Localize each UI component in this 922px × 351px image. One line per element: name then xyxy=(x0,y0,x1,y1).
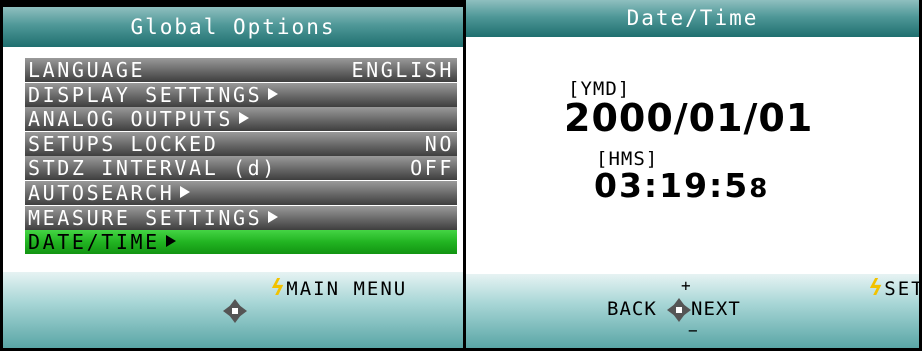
navigation-pad-icon[interactable] xyxy=(667,298,691,322)
menu-item-label: STDZ INTERVAL (d) xyxy=(28,156,277,181)
softkey-bar: + BACK NEXT − ϟSET xyxy=(466,274,919,348)
set-label: SET xyxy=(884,278,922,300)
time-digits: 03:19:5 xyxy=(594,166,750,205)
date-time-screen: Date/Time [YMD] 2000/01/01 [HMS] 03:19:5… xyxy=(466,0,922,351)
navigation-pad-icon[interactable] xyxy=(223,299,247,323)
submenu-arrow-icon xyxy=(268,87,279,100)
menu-item-label: MEASURE SETTINGS xyxy=(28,205,263,230)
menu-item-display-settings[interactable]: DISPLAY SETTINGS xyxy=(25,82,457,107)
main-menu-softkey[interactable]: ϟMAIN MENU xyxy=(271,276,407,301)
date-value[interactable]: 2000/01/01 xyxy=(564,96,813,140)
submenu-arrow-icon xyxy=(165,235,176,248)
global-options-screen: Global Options LANGUAGE ENGLISH DISPLAY SE… xyxy=(0,0,466,351)
menu-item-value: ENGLISH xyxy=(351,58,454,82)
menu-item-stdz-interval-d[interactable]: STDZ INTERVAL (d) OFF xyxy=(25,156,457,181)
menu-item-label: DATE/TIME xyxy=(28,230,160,255)
lightning-bolt-icon: ϟ xyxy=(869,276,885,301)
menu-item-label: LANGUAGE xyxy=(28,58,146,82)
menu-item-label: AUTOSEARCH xyxy=(28,180,175,205)
submenu-arrow-icon xyxy=(180,185,191,198)
menu-item-setups-locked[interactable]: SETUPS LOCKED NO xyxy=(25,131,457,156)
time-last-digit: 8 xyxy=(749,174,768,204)
next-softkey[interactable]: NEXT xyxy=(691,298,741,320)
menu-item-label: ANALOG OUTPUTS xyxy=(28,107,233,132)
menu-item-value: OFF xyxy=(410,156,454,181)
menu-item-label: DISPLAY SETTINGS xyxy=(28,82,263,107)
options-menu: LANGUAGE ENGLISH DISPLAY SETTINGS ANALOG OU… xyxy=(25,58,457,255)
menu-item-autosearch[interactable]: AUTOSEARCH xyxy=(25,180,457,205)
time-value[interactable]: 03:19:58 xyxy=(594,166,767,205)
submenu-arrow-icon xyxy=(238,112,249,125)
increment-label: + xyxy=(681,276,693,295)
screen-title: Global Options xyxy=(3,7,463,47)
lightning-bolt-icon: ϟ xyxy=(271,276,287,301)
menu-item-label: SETUPS LOCKED xyxy=(28,131,219,156)
menu-item-language[interactable]: LANGUAGE ENGLISH xyxy=(25,58,457,82)
submenu-arrow-icon xyxy=(268,210,279,223)
decrement-label: − xyxy=(688,321,700,340)
main-menu-label: MAIN MENU xyxy=(286,278,408,300)
menu-item-analog-outputs[interactable]: ANALOG OUTPUTS xyxy=(25,107,457,132)
screen-title: Date/Time xyxy=(466,0,919,37)
menu-item-value: NO xyxy=(424,131,454,156)
menu-item-date-time[interactable]: DATE/TIME xyxy=(25,230,457,255)
set-softkey[interactable]: ϟSET xyxy=(869,276,922,301)
softkey-bar: ϟMAIN MENU xyxy=(3,272,463,348)
menu-item-measure-settings[interactable]: MEASURE SETTINGS xyxy=(25,205,457,230)
back-softkey[interactable]: BACK xyxy=(607,298,657,320)
